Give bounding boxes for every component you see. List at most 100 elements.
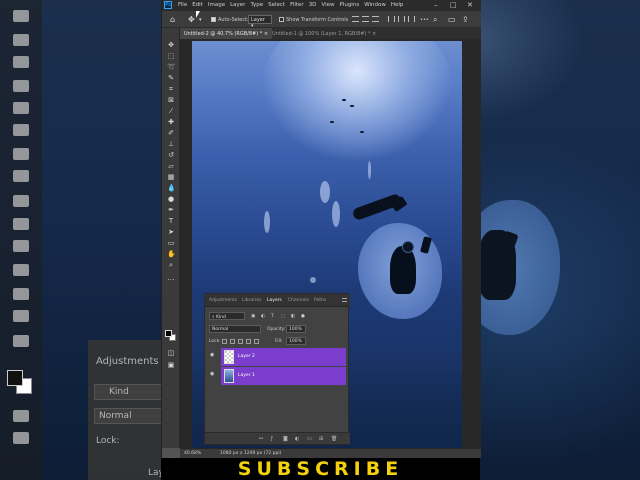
- quick-select-tool-icon[interactable]: ✎: [167, 75, 175, 82]
- align-top-icon[interactable]: [352, 16, 359, 22]
- layer-row-layer-2[interactable]: Layer 2: [221, 348, 346, 366]
- adjustment-layer-icon[interactable]: ◐: [295, 436, 299, 442]
- lock-all-icon[interactable]: [254, 339, 259, 344]
- menu-help[interactable]: Help: [391, 2, 404, 8]
- lasso-tool-icon[interactable]: ➰: [167, 64, 176, 71]
- tab-libraries[interactable]: Libraries: [242, 298, 261, 303]
- zoom-tool-icon[interactable]: ⌕: [167, 262, 175, 269]
- more-options-button[interactable]: •••: [420, 17, 429, 23]
- add-mask-icon[interactable]: ◙: [283, 436, 288, 442]
- panel-menu-icon[interactable]: [342, 298, 347, 302]
- layer-1-visibility-icon[interactable]: ◉: [210, 371, 214, 377]
- menu-image[interactable]: Image: [208, 2, 225, 8]
- filter-toggle-icon[interactable]: ●: [301, 314, 305, 319]
- type-tool-icon[interactable]: T: [167, 218, 175, 225]
- bg-tool-icon: [13, 410, 29, 422]
- hand-tool-icon[interactable]: ✋: [167, 251, 176, 258]
- pen-tool-icon[interactable]: ✒: [167, 207, 175, 214]
- stamp-tool-icon[interactable]: ⊥: [167, 141, 175, 148]
- lock-transparent-icon[interactable]: [222, 339, 227, 344]
- gradient-tool-icon[interactable]: ▦: [167, 174, 175, 181]
- lock-artboard-icon[interactable]: [246, 339, 251, 344]
- new-group-icon[interactable]: ▭: [307, 436, 312, 442]
- blur-tool-icon[interactable]: 💧: [167, 185, 176, 192]
- filter-kind-dropdown[interactable]: ⌕ Kind: [209, 312, 245, 320]
- close-window-button[interactable]: ✕: [467, 1, 473, 9]
- layer-style-icon[interactable]: ƒ: [271, 436, 273, 442]
- quick-mask-icon[interactable]: ◫: [167, 350, 175, 357]
- photo-bubbles: [332, 201, 340, 227]
- blend-mode-dropdown[interactable]: Normal: [209, 325, 261, 333]
- tab-adjustments[interactable]: Adjustments: [209, 298, 237, 303]
- menu-3d[interactable]: 3D: [309, 2, 317, 8]
- layer-2-visibility-icon[interactable]: ◉: [210, 352, 214, 358]
- screen-mode-icon[interactable]: ▣: [167, 362, 175, 369]
- layer-row-layer-1[interactable]: Layer 1: [221, 367, 346, 385]
- more-tools-icon[interactable]: …: [167, 275, 175, 282]
- crop-tool-icon[interactable]: ⌗: [167, 86, 175, 93]
- maximize-button[interactable]: □: [450, 1, 457, 9]
- menu-plugins[interactable]: Plugins: [339, 2, 359, 8]
- move-tool-icon[interactable]: ✥: [188, 15, 195, 24]
- brush-tool-icon[interactable]: ✐: [167, 130, 175, 137]
- filter-adjustment-icon[interactable]: ◐: [261, 314, 265, 319]
- opacity-field[interactable]: 100%: [286, 325, 306, 333]
- path-select-tool-icon[interactable]: ➤: [167, 229, 175, 236]
- photoshop-logo-icon: Ps: [164, 1, 172, 9]
- lock-position-icon[interactable]: [238, 339, 243, 344]
- eyedropper-tool-icon[interactable]: ⁄: [167, 108, 175, 115]
- lock-label: Lock:: [209, 339, 221, 344]
- fill-value: 100%: [289, 339, 302, 344]
- history-brush-tool-icon[interactable]: ↺: [167, 152, 175, 159]
- bg-tool-icon: [13, 432, 29, 444]
- delete-layer-icon[interactable]: 🗑: [331, 436, 337, 442]
- tab-channels[interactable]: Channels: [288, 298, 309, 303]
- filter-type-icon[interactable]: T: [271, 314, 274, 319]
- zoom-level[interactable]: 40.68%: [184, 451, 201, 456]
- align-left-icon[interactable]: [388, 16, 395, 22]
- tab-untitled-2[interactable]: Untitled-2 @ 40.7% (RGB/8#) * ×: [180, 28, 273, 39]
- filter-shape-icon[interactable]: ⬚: [281, 314, 285, 319]
- foreground-color-swatch[interactable]: [165, 330, 172, 337]
- fill-field[interactable]: 100%: [286, 337, 306, 345]
- menu-window[interactable]: Window: [364, 2, 386, 8]
- filter-smart-object-icon[interactable]: ◧: [291, 314, 295, 319]
- background-toolbar: [0, 0, 42, 480]
- align-center-icon[interactable]: [398, 16, 405, 22]
- align-right-icon[interactable]: [408, 16, 415, 22]
- bg-tool-icon: [13, 310, 29, 322]
- document-tabs: Untitled-2 @ 40.7% (RGB/8#) * × Untitled…: [180, 28, 481, 39]
- workspace-icon[interactable]: ▭: [448, 15, 456, 24]
- new-layer-icon[interactable]: ⊞: [319, 436, 323, 442]
- menu-edit[interactable]: Edit: [192, 2, 203, 8]
- home-icon[interactable]: ⌂: [170, 15, 175, 24]
- menu-view[interactable]: View: [321, 2, 334, 8]
- minimize-button[interactable]: –: [434, 1, 438, 9]
- menu-filter[interactable]: Filter: [290, 2, 304, 8]
- menu-type[interactable]: Type: [250, 2, 263, 8]
- auto-select-checkbox[interactable]: [211, 17, 216, 22]
- auto-select-dropdown[interactable]: Layer ▾: [248, 15, 272, 29]
- align-bottom-icon[interactable]: [372, 16, 379, 22]
- menu-file[interactable]: File: [178, 2, 187, 8]
- options-bar: ⌂ ✥ ▾ Auto-Select: Layer ▾ Show Transfor…: [162, 11, 481, 29]
- lock-image-icon[interactable]: [230, 339, 235, 344]
- menu-layer[interactable]: Layer: [230, 2, 245, 8]
- search-icon[interactable]: ⌕: [433, 15, 437, 25]
- healing-tool-icon[interactable]: ✚: [167, 119, 175, 126]
- share-icon[interactable]: ⇪: [462, 15, 469, 24]
- show-transform-checkbox[interactable]: [279, 17, 284, 22]
- move-tool-icon[interactable]: ✥: [167, 42, 175, 49]
- dodge-tool-icon[interactable]: ●: [167, 196, 175, 203]
- filter-pixel-icon[interactable]: ▣: [251, 314, 255, 319]
- eraser-tool-icon[interactable]: ▱: [167, 163, 175, 170]
- shape-tool-icon[interactable]: ▭: [167, 240, 175, 247]
- frame-tool-icon[interactable]: ⊠: [167, 97, 175, 104]
- menu-select[interactable]: Select: [268, 2, 285, 8]
- marquee-tool-icon[interactable]: ⬚: [167, 53, 175, 60]
- tab-layers[interactable]: Layers: [267, 298, 282, 303]
- link-layers-icon[interactable]: ⚯: [259, 436, 263, 442]
- tab-paths[interactable]: Paths: [314, 298, 326, 303]
- align-middle-icon[interactable]: [362, 16, 369, 22]
- tab-untitled-1[interactable]: Untitled-1 @ 100% (Layer 1, RGB/8#) * ×: [268, 28, 380, 39]
